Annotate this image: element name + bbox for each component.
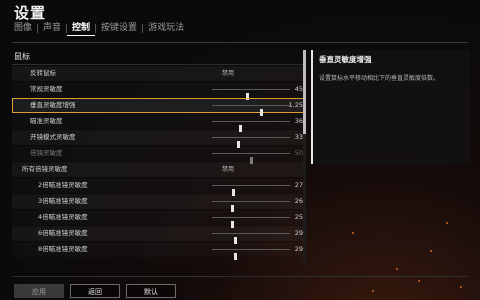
- page-title: 设置: [14, 4, 47, 22]
- ember-particle: [352, 232, 354, 234]
- setting-label: 倍镜灵敏度: [30, 149, 63, 157]
- description-panel: 垂直灵敏度增强 设置鼠标水平移动相比下的垂直灵敏度倍数。: [311, 50, 470, 164]
- section-title-mouse: 鼠标: [12, 50, 305, 65]
- toggle-value[interactable]: 禁用: [200, 162, 256, 177]
- setting-6x-scope-sensitivity[interactable]: 6倍瞄准镜灵敏度 29: [12, 226, 305, 244]
- slider-track[interactable]: [212, 121, 290, 132]
- setting-label: 4倍瞄准镜灵敏度: [38, 213, 88, 221]
- setting-2x-scope-sensitivity[interactable]: 2倍瞄准镜灵敏度 27: [12, 178, 305, 196]
- apply-button[interactable]: 应用: [14, 284, 64, 298]
- description-text: 设置鼠标水平移动相比下的垂直灵敏度倍数。: [319, 75, 440, 82]
- default-button[interactable]: 默认: [126, 284, 176, 298]
- header-divider: [12, 42, 468, 43]
- tab-gameplay[interactable]: 游戏玩法: [143, 21, 189, 35]
- slider-track[interactable]: [212, 233, 290, 244]
- setting-3x-scope-sensitivity[interactable]: 3倍瞄准镜灵敏度 26: [12, 194, 305, 212]
- ember-particle: [372, 290, 374, 292]
- slider-track[interactable]: [212, 137, 290, 148]
- slider-value: 45: [294, 85, 303, 93]
- slider-track: [212, 153, 290, 164]
- footer-divider: [12, 276, 468, 277]
- tab-bar: 图像 声音 控制 按键设置 游戏玩法: [14, 21, 189, 36]
- scrollbar-thumb[interactable]: [303, 50, 306, 134]
- ember-particle: [418, 280, 420, 282]
- slider-track[interactable]: [212, 89, 290, 100]
- setting-label: 2倍瞄准镜灵敏度: [38, 181, 88, 189]
- setting-aim-sensitivity[interactable]: 瞄准灵敏度 36: [12, 114, 305, 132]
- setting-scope-sensitivity: 倍镜灵敏度 50: [12, 146, 305, 164]
- setting-vertical-sensitivity[interactable]: 垂直灵敏度增强 1.25: [12, 98, 305, 116]
- setting-label: 所有倍镜灵敏度: [22, 165, 68, 173]
- ember-particle: [430, 250, 432, 252]
- setting-invert-mouse[interactable]: 反转鼠标 禁用: [12, 66, 305, 81]
- setting-normal-sensitivity[interactable]: 常规灵敏度 45: [12, 82, 305, 100]
- slider-value: 25: [294, 213, 303, 221]
- toggle-value[interactable]: 禁用: [200, 66, 256, 81]
- back-button[interactable]: 返回: [70, 284, 120, 298]
- ember-particle: [460, 286, 462, 288]
- ember-particle: [396, 268, 398, 270]
- tab-sound[interactable]: 声音: [38, 21, 66, 35]
- setting-label: 8倍瞄准镜灵敏度: [38, 245, 88, 253]
- slider-value: 27: [294, 181, 303, 189]
- slider-value: 1.25: [288, 101, 303, 109]
- setting-scope-mode-sensitivity[interactable]: 开镜模式灵敏度 33: [12, 130, 305, 148]
- setting-label: 3倍瞄准镜灵敏度: [38, 197, 88, 205]
- ember-particle: [446, 222, 448, 224]
- tab-keybindings[interactable]: 按键设置: [96, 21, 142, 35]
- slider-track[interactable]: [212, 201, 290, 212]
- setting-all-scope-sensitivity[interactable]: 所有倍镜灵敏度 禁用: [12, 162, 305, 177]
- settings-list: 鼠标 反转鼠标 禁用 常规灵敏度 45 垂直灵敏度增强 1.25 瞄准灵敏度 3…: [12, 50, 305, 262]
- settings-screen: 设置 图像 声音 控制 按键设置 游戏玩法 鼠标 反转鼠标 禁用 常规灵敏度 4…: [0, 0, 480, 300]
- slider-track[interactable]: [212, 185, 290, 196]
- settings-scrollbar[interactable]: [303, 50, 306, 262]
- slider-value: 36: [294, 117, 303, 125]
- slider-value: 29: [294, 229, 303, 237]
- slider-value: 50: [294, 149, 303, 157]
- setting-8x-scope-sensitivity[interactable]: 8倍瞄准镜灵敏度 29: [12, 242, 305, 260]
- tab-controls[interactable]: 控制: [67, 21, 96, 36]
- slider-track[interactable]: [212, 105, 290, 116]
- tab-graphics[interactable]: 图像: [14, 21, 37, 35]
- slider-track[interactable]: [212, 217, 290, 228]
- slider-value: 29: [294, 245, 303, 253]
- setting-label: 反转鼠标: [30, 69, 56, 77]
- slider-value: 33: [294, 133, 303, 141]
- setting-label: 常规灵敏度: [30, 85, 63, 93]
- setting-4x-scope-sensitivity[interactable]: 4倍瞄准镜灵敏度 25: [12, 210, 305, 228]
- slider-thumb[interactable]: [234, 253, 237, 260]
- slider-value: 26: [294, 197, 303, 205]
- setting-label: 6倍瞄准镜灵敏度: [38, 229, 88, 237]
- description-title: 垂直灵敏度增强: [319, 55, 372, 64]
- setting-label: 开镜模式灵敏度: [30, 133, 76, 141]
- slider-track[interactable]: [212, 249, 290, 260]
- setting-label: 瞄准灵敏度: [30, 117, 63, 125]
- setting-label: 垂直灵敏度增强: [30, 101, 76, 109]
